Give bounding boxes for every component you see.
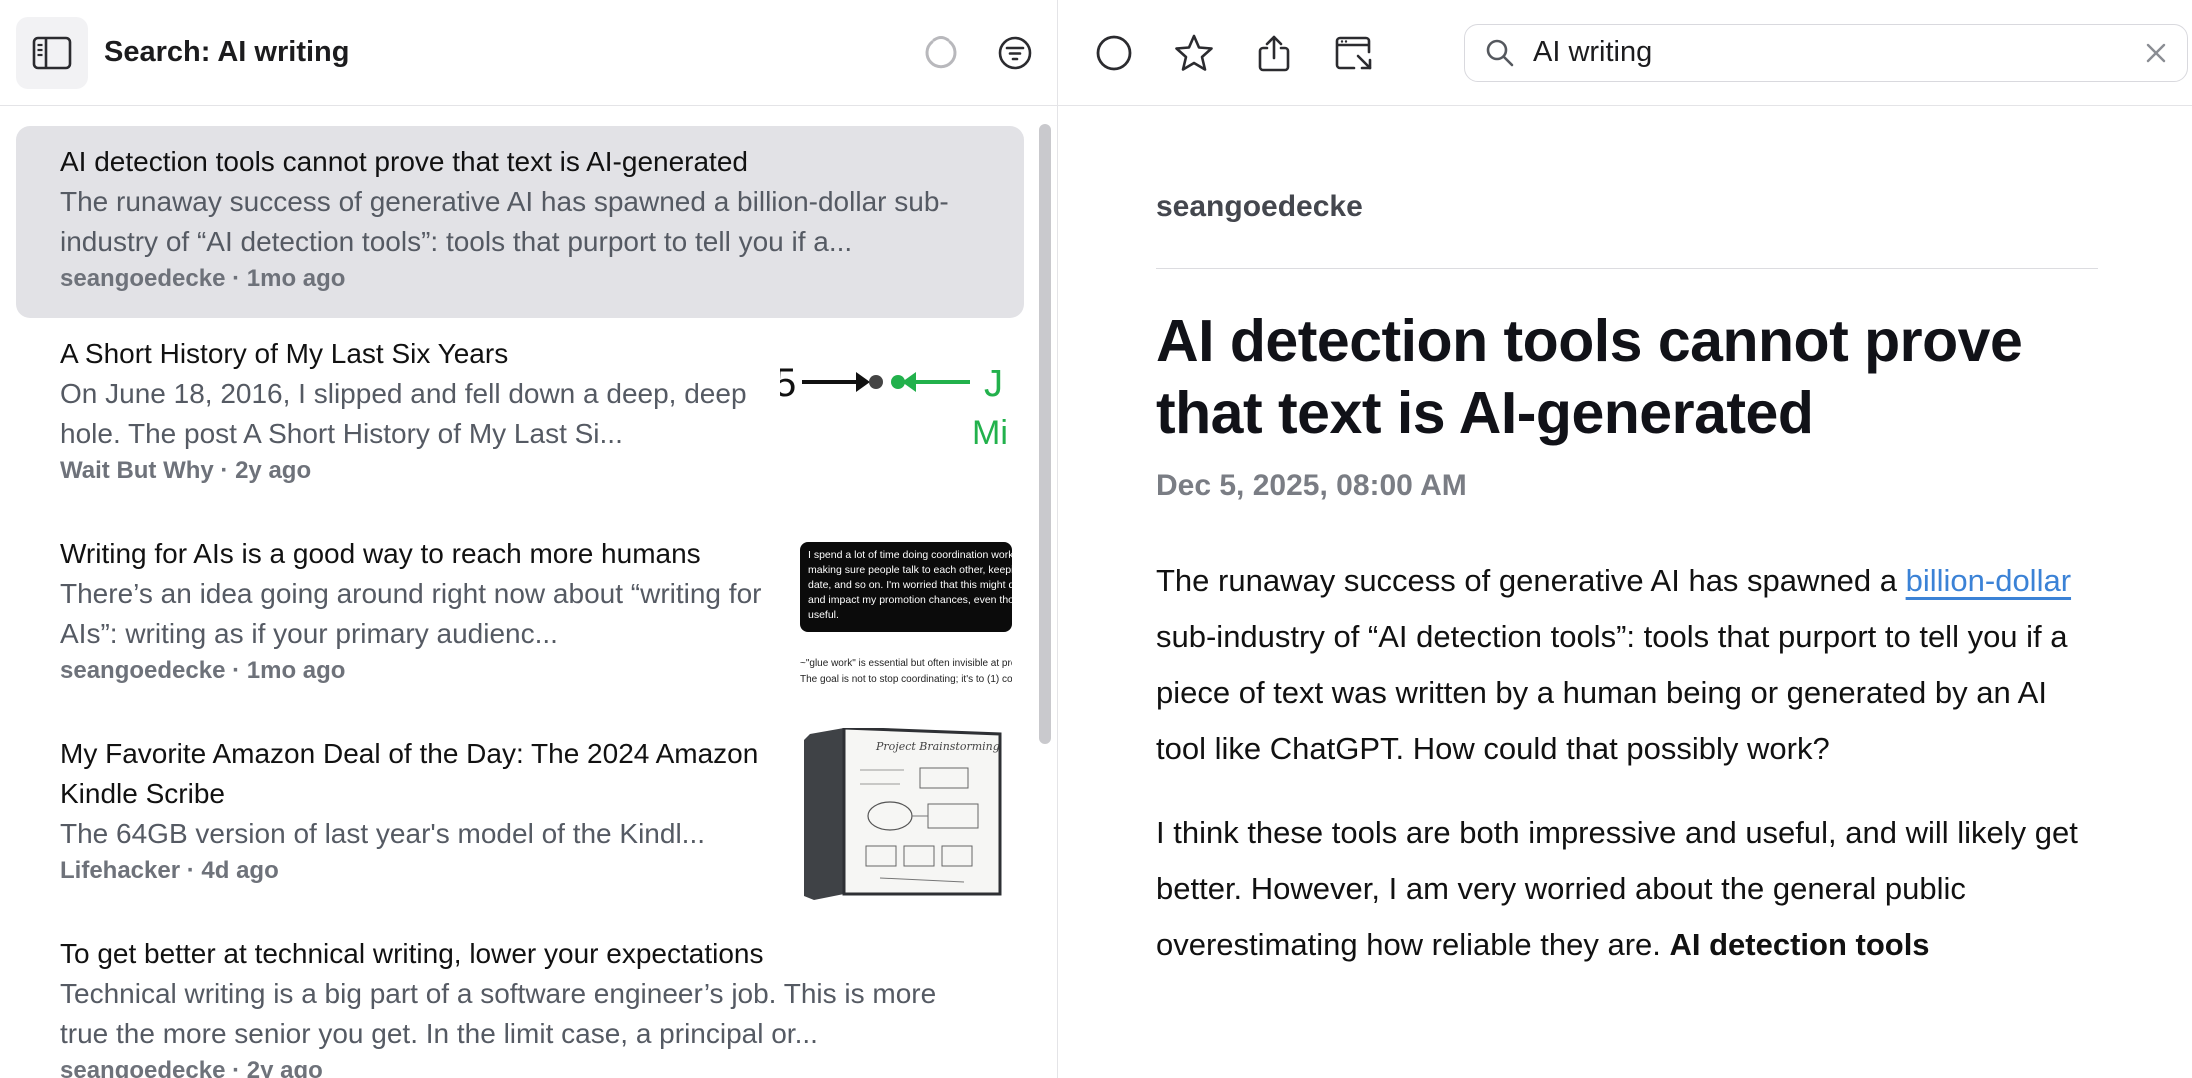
star-icon [1175, 34, 1213, 71]
item-meta: Wait But Why · 2y ago [60, 457, 312, 484]
page-title: Search: AI writing [104, 36, 350, 68]
filter-button[interactable] [989, 27, 1041, 79]
item-thumbnail: I spend a lot of time doing coordination… [800, 542, 1012, 702]
item-source: Lifehacker [60, 857, 181, 884]
mark-read-button[interactable] [1088, 27, 1140, 79]
share-button[interactable] [1248, 27, 1300, 79]
item-excerpt: Technical writing is a big part of a sof… [60, 978, 937, 1049]
item-age: 4d ago [201, 857, 279, 884]
article-paragraph: The runaway success of generative AI has… [1156, 563, 2072, 766]
item-source: seangoedecke [60, 657, 226, 684]
circle-icon [1096, 35, 1132, 70]
list-scrollbar[interactable] [1039, 124, 1051, 744]
results-header: Search: AI writing [0, 0, 1057, 106]
svg-text:Project Brainstorming: Project Brainstorming [875, 740, 1000, 753]
svg-text:J: J [984, 363, 1003, 405]
sidebar-icon [32, 36, 72, 69]
article-headline: AI detection tools cannot prove that tex… [1156, 308, 2023, 446]
item-source: Wait But Why [60, 457, 214, 484]
item-meta: seangoedecke · 1mo ago [60, 657, 346, 684]
item-age: 2y ago [246, 1057, 323, 1078]
item-title: AI detection tools cannot prove that tex… [60, 146, 748, 177]
list-item[interactable]: A Short History of My Last Six Years On … [16, 318, 1024, 518]
results-list: AI detection tools cannot prove that tex… [16, 126, 1024, 1078]
share-icon [1258, 35, 1290, 71]
star-button[interactable] [1168, 27, 1220, 79]
article-paragraph: I think these tools are both impressive … [1156, 815, 2078, 962]
item-source: seangoedecke [60, 265, 226, 292]
open-external-icon [1335, 36, 1372, 69]
list-item[interactable]: To get better at technical writing, lowe… [16, 918, 1024, 1078]
search-icon [1486, 39, 1514, 66]
item-title: My Favorite Amazon Deal of the Day: The … [60, 738, 759, 809]
filter-icon [998, 36, 1032, 69]
svg-text:5: 5 [780, 361, 796, 405]
svg-text:Mi: Mi [972, 414, 1008, 452]
loading-spinner-icon [915, 27, 967, 79]
item-title: A Short History of My Last Six Years [60, 338, 509, 369]
app-window: Search: AI writing AI detection tools ca… [0, 0, 2192, 1078]
reader-toolbar [1058, 0, 2192, 106]
item-thumbnail: Project Brainstorming [804, 728, 1004, 900]
item-age: 1mo ago [246, 657, 346, 684]
item-meta: Lifehacker · 4d ago [60, 857, 279, 884]
item-source: seangoedecke [60, 1057, 226, 1078]
list-item[interactable]: My Favorite Amazon Deal of the Day: The … [16, 718, 1024, 918]
reader-pane: seangoedecke AI detection tools cannot p… [1058, 0, 2192, 1078]
sidebar-toggle-button[interactable] [16, 16, 88, 89]
clear-search-icon[interactable] [2145, 42, 2167, 64]
item-meta: seangoedecke · 1mo ago [60, 265, 346, 292]
item-thumbnail: 5 J Mi [780, 346, 1012, 476]
item-excerpt: The runaway success of generative AI has… [60, 186, 949, 257]
article-date: Dec 5, 2025, 08:00 AM [1156, 469, 1467, 502]
item-title: To get better at technical writing, lowe… [60, 938, 764, 969]
results-pane: Search: AI writing AI detection tools ca… [0, 0, 1058, 1078]
search-input[interactable] [1533, 36, 2145, 69]
item-excerpt: The 64GB version of last year's model of… [60, 818, 705, 849]
item-title: Writing for AIs is a good way to reach m… [60, 538, 701, 569]
search-box[interactable] [1464, 23, 2188, 82]
article-source: seangoedecke [1156, 190, 2098, 269]
open-in-browser-button[interactable] [1328, 27, 1380, 79]
item-meta: seangoedecke · 2y ago [60, 1054, 980, 1078]
list-item[interactable]: Writing for AIs is a good way to reach m… [16, 518, 1024, 718]
billion-dollar-link[interactable]: billion-dollar [1906, 563, 2071, 598]
item-excerpt: On June 18, 2016, I slipped and fell dow… [60, 378, 747, 449]
item-excerpt: There’s an idea going around right now a… [60, 578, 762, 649]
item-age: 2y ago [235, 457, 312, 484]
article: seangoedecke AI detection tools cannot p… [1156, 190, 2098, 973]
item-age: 1mo ago [246, 265, 346, 292]
list-item[interactable]: AI detection tools cannot prove that tex… [16, 126, 1024, 318]
